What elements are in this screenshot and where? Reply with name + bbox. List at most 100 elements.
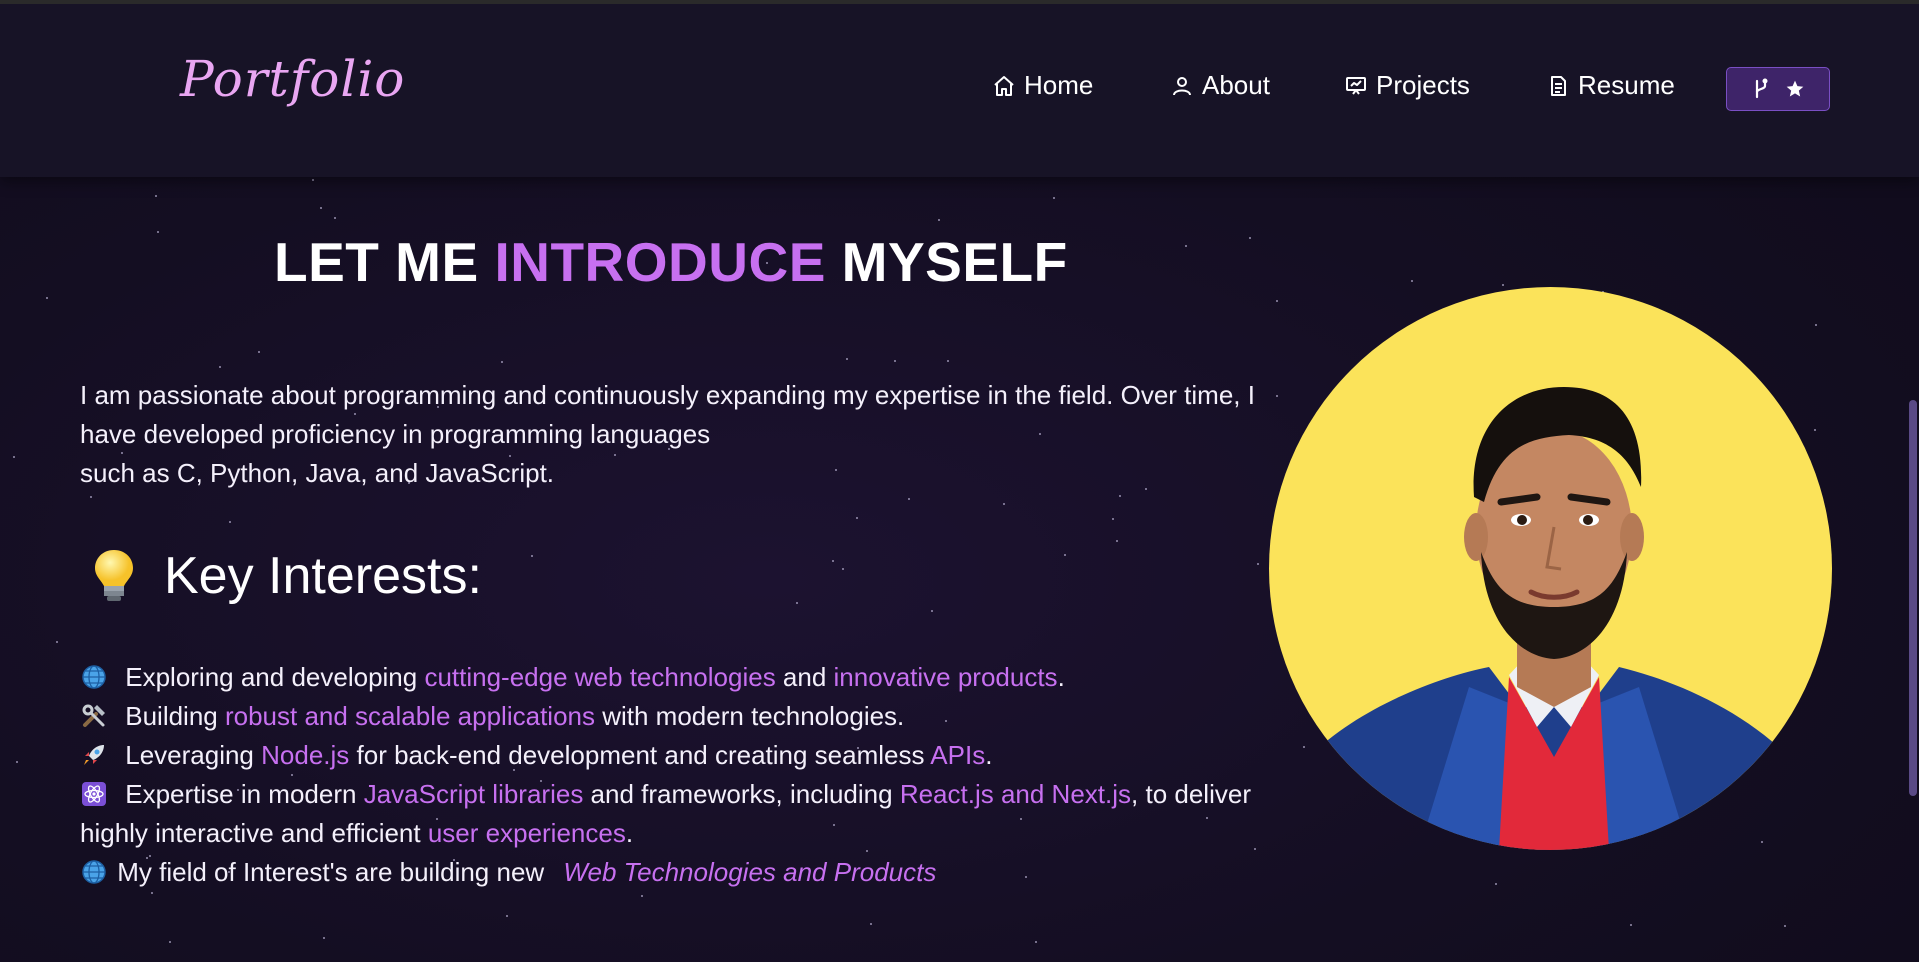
star-dot [13, 456, 15, 458]
star-dot [157, 231, 159, 233]
star-dot [856, 517, 858, 519]
nav-about[interactable]: About [1170, 70, 1270, 101]
scrollbar-thumb[interactable] [1909, 400, 1917, 796]
item-highlight: cutting-edge web technologies [424, 662, 776, 692]
star-dot [1112, 518, 1114, 520]
star-dot [908, 498, 910, 500]
star-dot [258, 351, 260, 353]
star-dot [151, 892, 153, 894]
key-interests-title: Key Interests: [92, 546, 482, 606]
item-text: Exploring and developing [125, 662, 425, 692]
star-dot [531, 555, 533, 557]
star-dot [155, 195, 157, 197]
avatar [1269, 287, 1832, 850]
star-dot [1303, 746, 1305, 748]
item-text: and [775, 662, 834, 692]
nav-home[interactable]: Home [992, 70, 1093, 101]
logo[interactable]: Portfolio [180, 50, 405, 108]
star-dot [938, 219, 940, 221]
item-highlight: robust and scalable applications [224, 701, 595, 731]
key-interests-label: Key Interests: [164, 547, 482, 605]
star-dot [1119, 495, 1121, 497]
star-dot [320, 207, 322, 209]
github-star-button[interactable] [1726, 67, 1830, 111]
list-item: My field of Interest's are building new … [80, 853, 1280, 892]
star-dot [832, 560, 834, 562]
star-dot [229, 521, 231, 523]
star-dot [1814, 429, 1816, 431]
list-item: Building robust and scalable application… [80, 697, 1280, 736]
star-dot [842, 568, 844, 570]
item-text: and frameworks, including [583, 779, 900, 809]
item-text: . [1057, 662, 1065, 692]
presentation-icon [1346, 76, 1366, 95]
globe-icon [82, 860, 106, 884]
star-dot [1249, 237, 1251, 239]
star-dot [1257, 563, 1259, 565]
star-dot [56, 641, 58, 643]
star-dot [90, 496, 92, 498]
star-dot [1495, 883, 1497, 885]
star-dot [1053, 197, 1055, 199]
star-dot [796, 602, 798, 604]
star-dot [219, 366, 221, 368]
section-heading: LET ME INTRODUCE MYSELF [274, 230, 1068, 294]
item-highlight: user experiences [427, 818, 626, 848]
heading-part-2: MYSELF [825, 231, 1068, 293]
star-dot [846, 358, 848, 360]
item-text: . [625, 818, 634, 848]
home-icon [994, 75, 1014, 96]
globe-icon [82, 665, 106, 689]
star-dot [1784, 925, 1786, 927]
item-text: Leveraging [125, 740, 262, 770]
star-dot [1502, 284, 1504, 286]
star-dot [1185, 245, 1187, 247]
nav-projects-label: Projects [1376, 70, 1470, 100]
star-dot [1411, 280, 1413, 282]
star-dot [1630, 924, 1632, 926]
avatar-portrait [1269, 387, 1832, 850]
lightbulb-icon [95, 550, 133, 601]
star-icon [1786, 80, 1804, 97]
tools-icon [82, 704, 105, 727]
item-text: My field of Interest's are building new [117, 857, 552, 887]
star-dot [1815, 324, 1817, 326]
star-dot [1003, 503, 1005, 505]
star-dot [1276, 300, 1278, 302]
git-fork-icon [1755, 78, 1768, 99]
navbar: Portfolio Home About Projects Resume [0, 4, 1919, 177]
star-dot [312, 179, 314, 181]
star-dot [1064, 554, 1066, 556]
star-dot [334, 217, 336, 219]
list-item: Expertise in modern JavaScript libraries… [80, 775, 1280, 853]
star-dot [169, 941, 171, 943]
list-item: Leveraging Node.js for back-end developm… [80, 736, 1280, 775]
nav-resume[interactable]: Resume [1546, 70, 1675, 101]
nav-about-label: About [1202, 70, 1270, 100]
page: Portfolio Home About Projects Resume LET… [0, 4, 1919, 962]
item-text: . [985, 740, 993, 770]
star-dot [46, 297, 48, 299]
item-highlight: React.js and Next.js [899, 779, 1132, 809]
atom-icon [82, 782, 106, 806]
heading-highlight: INTRODUCE [494, 231, 826, 293]
user-icon [1173, 76, 1191, 95]
document-icon [1551, 75, 1566, 96]
item-text: with modern technologies. [595, 701, 905, 731]
nav-projects[interactable]: Projects [1344, 70, 1470, 101]
item-highlight: Node.js [261, 740, 350, 770]
item-highlight: APIs [930, 740, 986, 770]
star-dot [894, 360, 896, 362]
item-highlight: JavaScript libraries [363, 779, 584, 809]
item-highlight: innovative products [833, 662, 1058, 692]
interests-list: Exploring and developing cutting-edge we… [80, 658, 1280, 892]
item-text: Expertise in modern [125, 779, 364, 809]
star-dot [16, 761, 18, 763]
heading-part-1: LET ME [274, 231, 495, 293]
intro-line-1: I am passionate about programming and co… [80, 380, 1255, 449]
item-highlight: Web Technologies and Products [563, 857, 937, 887]
rocket-icon [84, 745, 104, 765]
star-dot [506, 915, 508, 917]
star-dot [931, 610, 933, 612]
intro-paragraph: I am passionate about programming and co… [80, 376, 1260, 493]
